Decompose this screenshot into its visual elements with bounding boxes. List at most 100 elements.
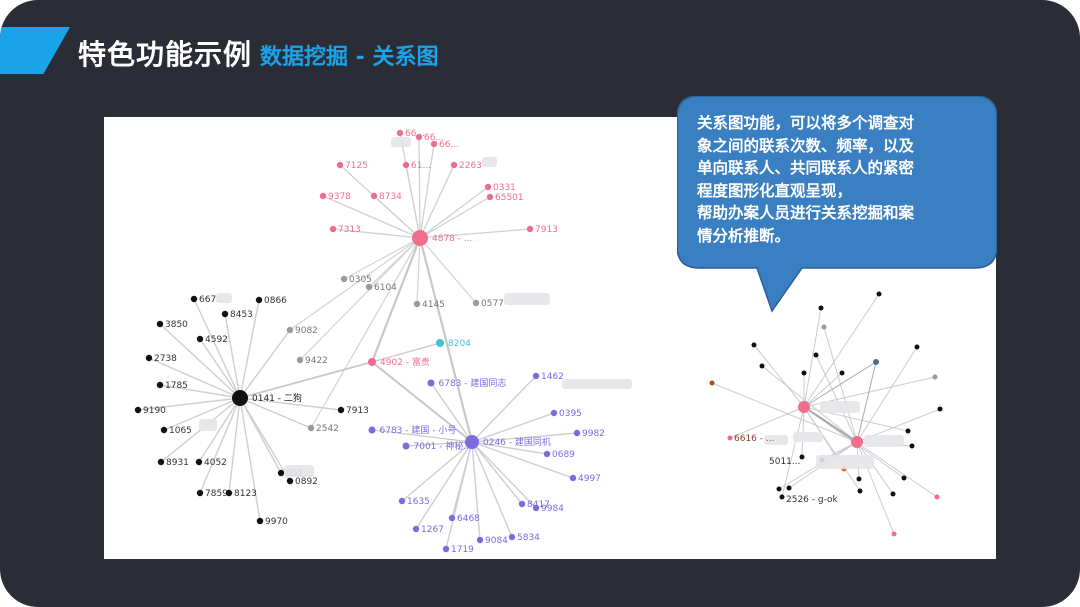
- graph-node-right[interactable]: [813, 352, 819, 358]
- graph-node-right[interactable]: [801, 370, 807, 376]
- graph-node-purple[interactable]: [569, 474, 577, 482]
- graph-node-black[interactable]: [196, 335, 204, 343]
- graph-hub-cyanMid[interactable]: [436, 339, 444, 347]
- graph-node-purple[interactable]: [398, 497, 406, 505]
- graph-node-pink[interactable]: [402, 161, 410, 169]
- redacted-label: [793, 432, 823, 442]
- graph-node-black[interactable]: [286, 477, 294, 485]
- graph-node-label: 0141 - 二狗: [252, 392, 302, 404]
- graph-node-black[interactable]: [256, 517, 264, 525]
- graph-node-right[interactable]: [901, 475, 907, 481]
- graph-node-label: 2263: [459, 161, 482, 171]
- graph-edge: [781, 406, 805, 498]
- graph-node-black[interactable]: [255, 296, 263, 304]
- graph-node-pink[interactable]: [396, 129, 404, 137]
- graph-node-pink[interactable]: [370, 192, 378, 200]
- graph-node-right[interactable]: [857, 488, 863, 494]
- graph-hub-right[interactable]: [873, 359, 879, 365]
- graph-node-right[interactable]: [821, 324, 827, 330]
- graph-node-label: 6783 - 建国 - 小号: [380, 424, 457, 436]
- graph-node-purple[interactable]: [508, 533, 516, 541]
- graph-node-black[interactable]: [196, 489, 204, 497]
- graph-edge: [239, 329, 291, 399]
- graph-node-black[interactable]: [277, 469, 285, 477]
- graph-node-label: 4052: [204, 458, 227, 468]
- graph-node-right[interactable]: [914, 344, 920, 350]
- graph-node-right[interactable]: [776, 486, 782, 492]
- graph-node-purple[interactable]: [543, 450, 551, 458]
- graph-node-right[interactable]: [937, 406, 943, 412]
- graph-hub-purpleC[interactable]: [402, 442, 410, 450]
- redacted-label: [216, 293, 232, 303]
- graph-node-gray[interactable]: [307, 424, 315, 432]
- graph-node-gray[interactable]: [296, 356, 304, 364]
- graph-node-gray[interactable]: [340, 275, 348, 283]
- graph-node-purple[interactable]: [412, 525, 420, 533]
- graph-hub-redMid[interactable]: [368, 358, 376, 366]
- graph-node-label: 4878 - ...: [432, 234, 472, 244]
- graph-node-right[interactable]: [890, 491, 896, 497]
- graph-node-right[interactable]: [839, 370, 845, 376]
- graph-node-black[interactable]: [337, 406, 345, 414]
- graph-node-pink[interactable]: [526, 225, 534, 233]
- graph-node-black[interactable]: [190, 295, 198, 303]
- graph-node-right[interactable]: [905, 428, 911, 434]
- graph-node-label: 7859: [205, 489, 228, 499]
- callout-line: 情分析推断。: [697, 226, 791, 245]
- graph-node-black[interactable]: [157, 458, 165, 466]
- graph-node-pink[interactable]: [484, 183, 492, 191]
- graph-node-pink[interactable]: [336, 161, 344, 169]
- graph-hub-purpleB[interactable]: [368, 426, 376, 434]
- graph-node-black[interactable]: [145, 354, 153, 362]
- graph-node-right[interactable]: [891, 531, 897, 537]
- graph-node-purple[interactable]: [476, 536, 484, 544]
- graph-node-black[interactable]: [156, 320, 164, 328]
- graph-node-black[interactable]: [160, 426, 168, 434]
- graph-node-label: 9970: [265, 517, 288, 527]
- graph-node-purple[interactable]: [442, 545, 450, 553]
- graph-node-gray[interactable]: [413, 300, 421, 308]
- graph-node-pink[interactable]: [415, 133, 423, 141]
- graph-node-right[interactable]: [856, 476, 862, 482]
- graph-hub-right[interactable]: [798, 401, 810, 413]
- graph-node-gray[interactable]: [472, 299, 480, 307]
- graph-node-pink[interactable]: [430, 140, 438, 148]
- graph-node-right[interactable]: [727, 435, 733, 441]
- graph-node-right[interactable]: [779, 494, 785, 500]
- graph-node-purple[interactable]: [448, 514, 456, 522]
- graph-node-pink[interactable]: [319, 192, 327, 200]
- graph-node-right[interactable]: [786, 485, 792, 491]
- graph-node-label: 7913: [346, 406, 369, 416]
- graph-node-right[interactable]: [751, 342, 757, 348]
- graph-node-gray[interactable]: [286, 326, 294, 334]
- graph-node-black[interactable]: [156, 381, 164, 389]
- graph-node-purple[interactable]: [532, 372, 540, 380]
- graph-node-right[interactable]: [759, 363, 765, 369]
- graph-node-label: 6104: [374, 283, 397, 293]
- graph-node-pink[interactable]: [450, 161, 458, 169]
- graph-hub-pinkHub[interactable]: [412, 230, 428, 246]
- graph-node-black[interactable]: [195, 458, 203, 466]
- graph-node-label: 1635: [407, 497, 430, 507]
- graph-node-label: 0305: [349, 275, 372, 285]
- graph-node-pink[interactable]: [486, 193, 494, 201]
- graph-hub-purpleA[interactable]: [427, 379, 435, 387]
- graph-node-right[interactable]: [909, 443, 915, 449]
- callout-line: 帮助办案人员进行关系挖掘和案: [697, 204, 915, 222]
- callout-line: 关系图功能，可以将多个调查对: [697, 114, 915, 132]
- graph-node-black[interactable]: [221, 310, 229, 318]
- graph-hub-right[interactable]: [851, 436, 863, 448]
- graph-node-gray[interactable]: [365, 283, 373, 291]
- graph-node-black[interactable]: [134, 406, 142, 414]
- graph-node-right[interactable]: [932, 374, 938, 380]
- graph-node-right[interactable]: [709, 380, 715, 386]
- graph-hub-blackHub[interactable]: [232, 390, 248, 406]
- graph-node-purple[interactable]: [573, 429, 581, 437]
- graph-node-black[interactable]: [225, 489, 233, 497]
- graph-node-purple[interactable]: [550, 409, 558, 417]
- redacted-label: [284, 465, 314, 477]
- graph-node-pink[interactable]: [329, 225, 337, 233]
- callout-text: 关系图功能，可以将多个调查对 象之间的联系次数、频率，以及 单向联系人、共同联系…: [697, 112, 987, 247]
- graph-node-purple[interactable]: [518, 500, 526, 508]
- graph-node-right[interactable]: [934, 494, 940, 500]
